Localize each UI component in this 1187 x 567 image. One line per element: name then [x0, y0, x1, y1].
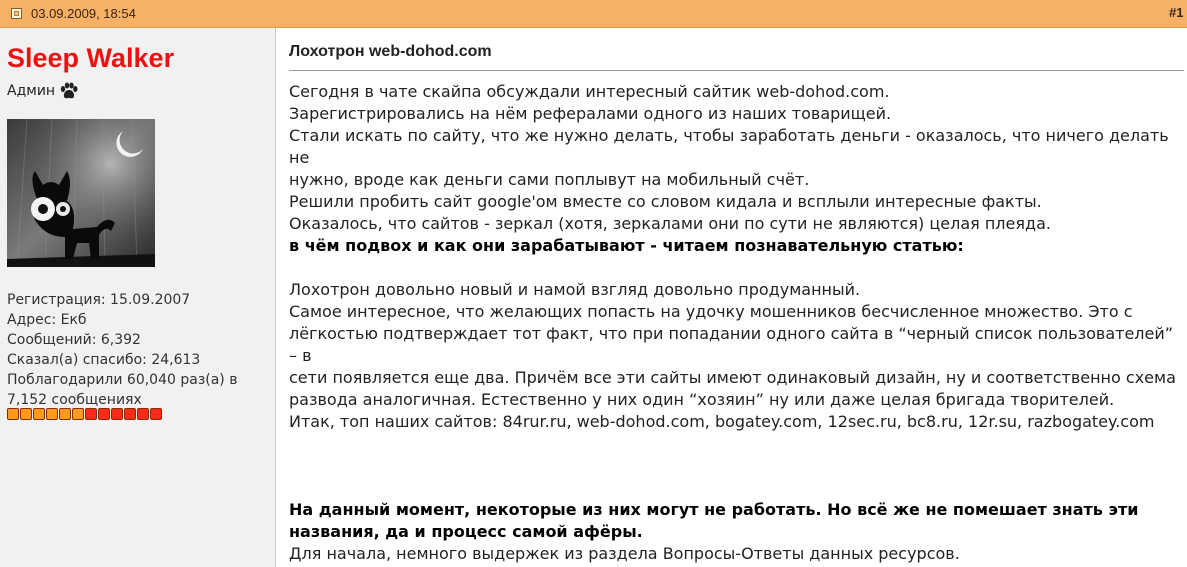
author-thanks-received: Поблагодарили 60,040 раз(а) в [7, 372, 238, 388]
paw-icon [59, 81, 79, 101]
text-line: Оказалось, что сайтов - зеркал (хотя, зе… [289, 214, 1051, 233]
reputation-block [7, 408, 19, 420]
text-line: Решили пробить сайт google'ом вместе со … [289, 192, 1042, 211]
author-registration: Регистрация: 15.09.2007 [7, 292, 191, 308]
author-avatar[interactable] [7, 119, 155, 267]
text-line: Стали искать по сайту, что же нужно дела… [289, 126, 1169, 167]
author-stats: Регистрация: 15.09.2007 Адрес: Екб Сообщ… [7, 290, 267, 410]
reputation-block [111, 408, 123, 420]
reputation-bar[interactable] [7, 408, 162, 420]
section-heading: в чём подвох и как они зарабатывают - чи… [289, 236, 964, 255]
post-status-icon [11, 8, 22, 19]
author-rank-label: Админ [7, 83, 56, 99]
text-line: Зарегистрировались на нём рефералами одн… [289, 104, 892, 123]
author-rank: Админ [7, 81, 79, 101]
author-post-count: Сообщений: 6,392 [7, 332, 141, 348]
text-line: лёгкостью подтверждает тот факт, что при… [289, 324, 1174, 365]
author-thanked-posts: 7,152 сообщениях [7, 392, 142, 408]
sites-list-line: Итак, топ наших сайтов: 84rur.ru, web-do… [289, 412, 1155, 431]
reputation-block [98, 408, 110, 420]
scheme-paragraph: Лохотрон довольно новый и намой взгляд д… [289, 279, 1179, 411]
text-line: сети появляется еще два. Причём все эти … [289, 368, 1176, 387]
post-date: 03.09.2009, 18:54 [31, 6, 136, 21]
reputation-block [137, 408, 149, 420]
text-line: Лохотрон довольно новый и намой взгляд д… [289, 280, 861, 299]
reputation-block [72, 408, 84, 420]
post-header-bar: 03.09.2009, 18:54 #1 [0, 0, 1187, 28]
reputation-block [150, 408, 162, 420]
reputation-block [46, 408, 58, 420]
closing-line: Для начала, немного выдержек из раздела … [289, 544, 960, 563]
title-divider [289, 70, 1184, 71]
post-title: Лохотрон web-dohod.com [289, 43, 492, 60]
text-line: На данный момент, некоторые из них могут… [289, 500, 1139, 519]
author-location: Адрес: Екб [7, 312, 87, 328]
author-username[interactable]: Sleep Walker [7, 43, 174, 74]
post-permalink[interactable]: #1 [1169, 5, 1187, 20]
warning-heading: На данный момент, некоторые из них могут… [289, 499, 1179, 543]
reputation-block [85, 408, 97, 420]
reputation-block [33, 408, 45, 420]
author-sidebar: Sleep Walker Админ Регистрация: 15.09.20… [0, 28, 276, 567]
text-line: Самое интересное, что желающих попасть н… [289, 302, 1133, 321]
reputation-block [20, 408, 32, 420]
intro-paragraph: Сегодня в чате скайпа обсуждали интересн… [289, 81, 1179, 235]
text-line: нужно, вроде как деньги сами поплывут на… [289, 170, 810, 189]
text-line: Сегодня в чате скайпа обсуждали интересн… [289, 82, 890, 101]
reputation-block [124, 408, 136, 420]
reputation-block [59, 408, 71, 420]
text-line: развода аналогичная. Естественно у них о… [289, 390, 1115, 409]
author-thanks-given: Сказал(а) спасибо: 24,613 [7, 352, 201, 368]
text-line: названия, да и процесс самой афёры. [289, 522, 643, 541]
